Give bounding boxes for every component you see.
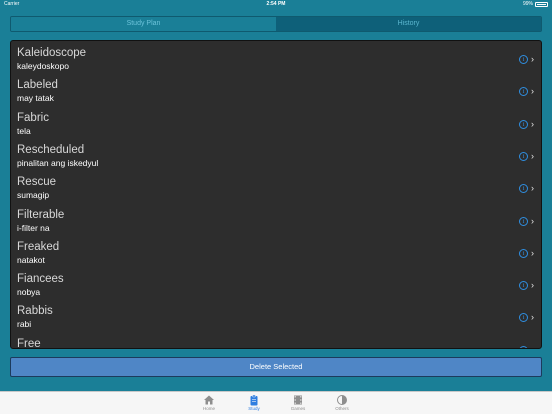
list-item-word: Free	[17, 337, 41, 349]
list-item-word: Kaleidoscope	[17, 47, 87, 59]
tab-others-label: Others	[335, 406, 349, 411]
study-history-segmented-control: Study Plan History	[10, 16, 542, 32]
info-icon[interactable]: i	[519, 119, 528, 129]
info-icon[interactable]: i	[519, 184, 528, 194]
history-list[interactable]: Kaleidoscope kaleydoskopo i › Labeled ma…	[10, 40, 542, 349]
film-icon	[294, 395, 302, 405]
info-icon[interactable]: i	[519, 55, 528, 64]
list-item-word: Rescue	[17, 176, 56, 189]
info-icon[interactable]: i	[519, 216, 528, 226]
list-item[interactable]: Filterable i-filter na i ›	[11, 205, 541, 237]
list-item-translation: i-filter na	[17, 222, 50, 233]
list-item-translation: rabi	[17, 319, 32, 330]
tab-bar: Home Study Games Others	[0, 391, 552, 414]
chevron-right-icon: ›	[531, 183, 534, 194]
list-item-translation: natakot	[17, 254, 45, 265]
info-icon[interactable]: i	[519, 281, 528, 291]
list-item-translation: sumagip	[17, 190, 50, 201]
tab-study[interactable]: Study	[239, 394, 269, 412]
chevron-right-icon: ›	[531, 118, 534, 129]
list-item[interactable]: Fiancees nobya i ›	[11, 269, 541, 301]
list-item[interactable]: Rescheduled pinalitan ang iskedyul i ›	[11, 140, 541, 172]
list-item-word: Labeled	[17, 79, 58, 92]
tab-home[interactable]: Home	[194, 394, 224, 412]
list-item[interactable]: Labeled may tatak i ›	[11, 75, 541, 107]
list-item[interactable]: Rescue sumagip i ›	[11, 172, 541, 204]
list-item-word: Fabric	[17, 111, 49, 124]
info-icon[interactable]: i	[519, 313, 528, 323]
clipboard-icon	[250, 394, 258, 406]
chevron-right-icon: ›	[531, 54, 534, 64]
battery-icon	[535, 2, 548, 7]
info-icon[interactable]: i	[519, 248, 528, 258]
battery-percent: 99%	[522, 1, 533, 7]
tab-games-label: Games	[290, 406, 306, 411]
list-item-word: Filterable	[17, 208, 65, 221]
status-battery: 99%	[523, 0, 548, 9]
tab-study-label: Study	[248, 406, 260, 411]
status-bar: Carrier 2:54 PM 99%	[0, 0, 552, 9]
delete-selected-button[interactable]: Delete Selected	[10, 357, 542, 377]
list-item-translation: may tatak	[17, 93, 54, 104]
segment-study-plan[interactable]: Study Plan	[11, 17, 276, 31]
list-item-word: Freaked	[17, 240, 60, 253]
chevron-right-icon: ›	[531, 312, 534, 323]
chevron-right-icon: ›	[531, 247, 534, 258]
status-time: 2:54 PM	[266, 1, 286, 7]
chevron-right-icon: ›	[531, 344, 534, 348]
home-icon	[204, 395, 214, 405]
tab-games[interactable]: Games	[283, 394, 313, 412]
list-item[interactable]: Fabric tela i ›	[11, 108, 541, 140]
info-icon[interactable]: i	[519, 345, 528, 348]
info-icon[interactable]: i	[519, 87, 528, 97]
list-item[interactable]: Kaleidoscope kaleydoskopo i ›	[11, 43, 541, 75]
list-item[interactable]: Rabbis rabi i ›	[11, 301, 541, 333]
list-item-word: Rabbis	[17, 305, 53, 318]
list-item-word: Rescheduled	[17, 143, 85, 156]
list-item-translation: kaleydoskopo	[17, 61, 69, 71]
tab-home-label: Home	[202, 406, 215, 411]
list-item-translation: pinalitan ang iskedyul	[17, 157, 99, 168]
chevron-right-icon: ›	[531, 280, 534, 291]
chevron-right-icon: ›	[531, 86, 534, 97]
segment-history[interactable]: History	[276, 17, 541, 31]
chevron-right-icon: ›	[531, 215, 534, 226]
tab-others[interactable]: Others	[327, 394, 357, 412]
list-item-translation: nobya	[17, 287, 41, 298]
list-item-translation: tela	[17, 125, 31, 136]
list-item[interactable]: Free i ›	[11, 334, 541, 349]
list-item-word: Fiancees	[17, 273, 64, 286]
chevron-right-icon: ›	[531, 150, 534, 161]
info-icon[interactable]: i	[519, 151, 528, 161]
list-item[interactable]: Freaked natakot i ›	[11, 237, 541, 269]
contrast-icon	[337, 395, 347, 405]
